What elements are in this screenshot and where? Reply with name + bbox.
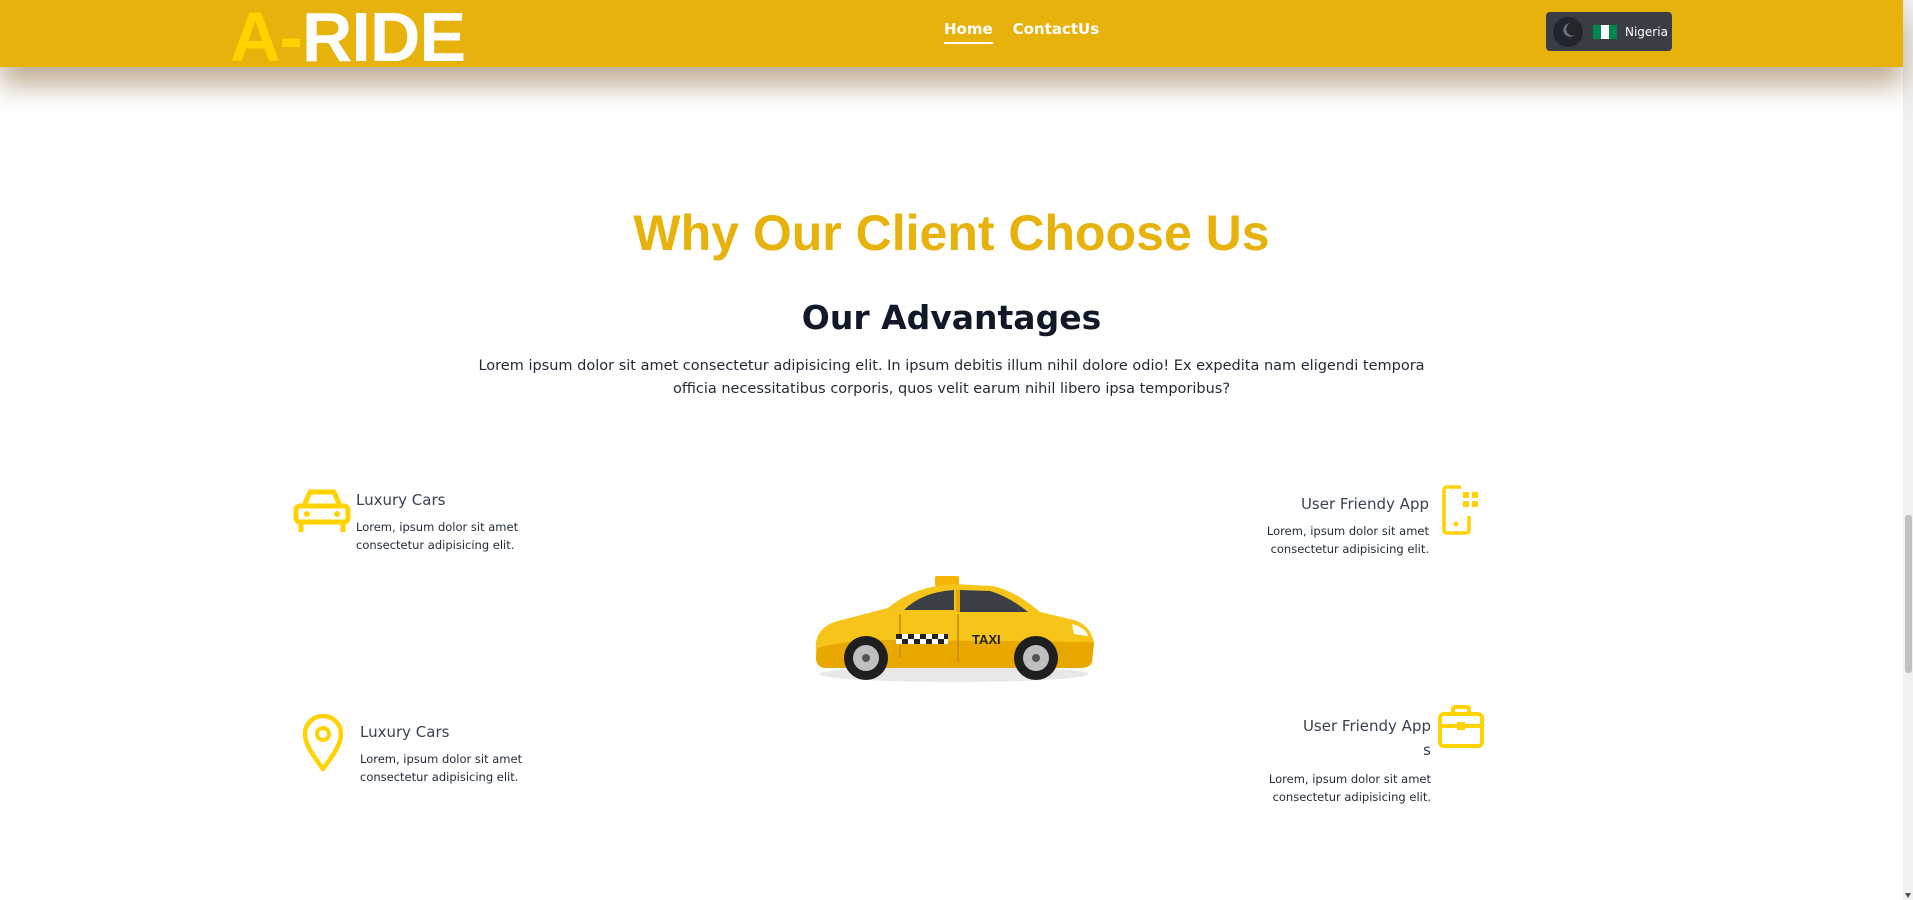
moon-icon [1559,21,1577,43]
taxi-illustration: TAXI [804,570,1099,685]
theme-toggle-button[interactable] [1553,16,1583,47]
scroll-down-arrow-icon[interactable] [1905,893,1911,898]
page-scrollbar[interactable] [1903,0,1913,900]
section-intro: Lorem ipsum dolor sit amet consectetur a… [478,358,1425,397]
feature-description: Lorem, ipsum dolor sit amet consectetur … [356,520,519,552]
feature-title: User Friendy App [1300,495,1429,513]
taxi-sign-text: TAXI [972,632,1001,647]
top-navbar: A-RIDE Home ContactUs Nigeria [0,0,1903,74]
scrollbar-thumb[interactable] [1905,515,1912,673]
feature-title: Luxury Cars [360,723,450,741]
main-nav: Home ContactUs [944,20,1099,44]
feature-description: Lorem, ipsum dolor sit amet consectetur … [1268,772,1431,804]
nigeria-flag-icon [1593,24,1617,39]
section-eyebrow: Why Our Client Choose Us [633,205,1270,261]
feature-description: Lorem, ipsum dolor sit amet consectetur … [360,752,523,784]
location-pin-icon [302,713,344,776]
car-icon [292,486,352,540]
feature-user-friendly-app: User Friendy App Lorem, ipsum dolor sit … [1237,484,1485,556]
taxi-checker-stripe [896,634,948,644]
briefcase-icon [1437,704,1485,754]
feature-title: Luxury Cars [356,491,446,509]
brand-logo[interactable]: A-RIDE [230,0,466,74]
region-selector[interactable]: Nigeria [1546,12,1672,51]
section-title: Our Advantages [801,298,1102,337]
feature-luxury-cars: Luxury Cars Lorem, ipsum dolor sit amet … [292,486,532,556]
page: A-RIDE Home ContactUs Nigeria Why Our Cl… [0,0,1913,900]
brand-logo-part-a: A- [230,0,303,76]
feature-luxury-cars-location: Luxury Cars Lorem, ipsum dolor sit amet … [297,712,537,784]
feature-user-friendly-app-s: User Friendy App s Lorem, ipsum dolor si… [1237,704,1487,804]
feature-description: Lorem, ipsum dolor sit amet consectetur … [1266,524,1429,556]
nav-link-contact-us[interactable]: ContactUs [1013,20,1099,44]
region-label: Nigeria [1625,24,1668,39]
mobile-app-icon [1441,484,1481,540]
brand-logo-part-ride: RIDE [301,0,466,76]
feature-title: User Friendy App s [1302,717,1431,759]
nav-link-home[interactable]: Home [944,20,993,44]
